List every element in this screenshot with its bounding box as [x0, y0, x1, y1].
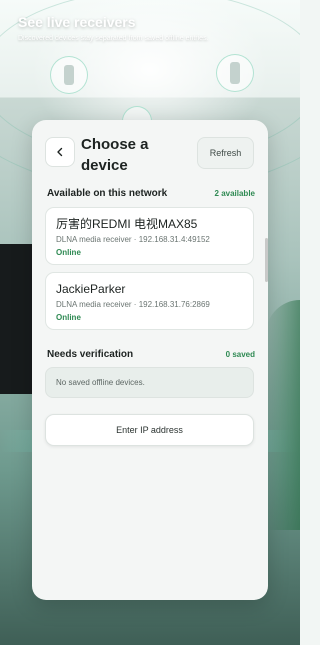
- tv-silhouette: [0, 244, 32, 394]
- device-card[interactable]: JackieParker DLNA media receiver · 192.1…: [45, 272, 254, 330]
- page-subtitle: Discovered devices stay separated from s…: [18, 35, 209, 42]
- device-meta: DLNA media receiver · 192.168.31.4:49152: [56, 235, 210, 244]
- device-status: Online: [56, 313, 81, 322]
- sheet-title: Choose a device: [81, 136, 149, 174]
- chevron-left-icon: [57, 147, 63, 157]
- available-count: 2 available: [214, 189, 255, 198]
- speaker-icon: [50, 56, 88, 94]
- refresh-button[interactable]: Refresh: [197, 137, 254, 169]
- saved-count: 0 saved: [225, 350, 255, 359]
- device-name: JackieParker: [56, 282, 126, 296]
- device-status: Online: [56, 248, 81, 257]
- verification-section-label: Needs verification: [47, 349, 134, 360]
- device-meta: DLNA media receiver · 192.168.31.76:2869: [56, 300, 210, 309]
- page-title: See live receivers: [18, 14, 136, 30]
- back-button[interactable]: [45, 137, 75, 167]
- device-card[interactable]: 厉害的REDMI 电视MAX85 DLNA media receiver · 1…: [45, 207, 254, 265]
- device-picker-sheet: Choose a device Refresh Available on thi…: [32, 120, 268, 600]
- device-name: 厉害的REDMI 电视MAX85: [56, 217, 198, 231]
- phone-icon: [216, 54, 254, 92]
- empty-saved-message: No saved offline devices.: [45, 367, 254, 398]
- enter-ip-button[interactable]: Enter IP address: [45, 414, 254, 446]
- available-section-label: Available on this network: [47, 188, 168, 199]
- plant-silhouette: [266, 300, 300, 530]
- scrollbar[interactable]: [265, 238, 268, 282]
